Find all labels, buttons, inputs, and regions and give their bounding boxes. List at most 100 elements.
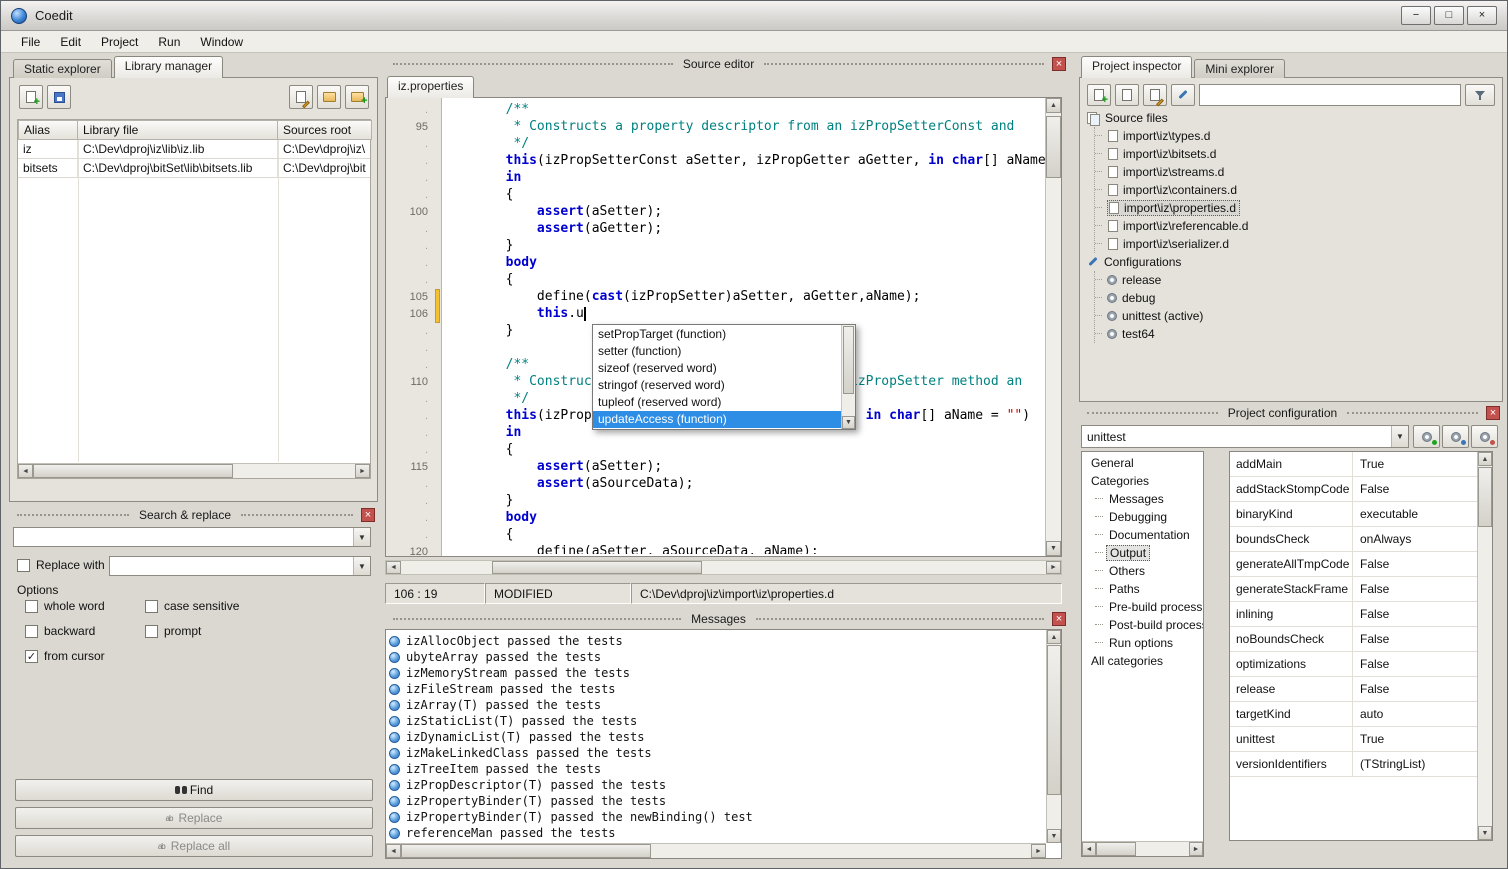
panel-grip[interactable]: [764, 63, 1044, 65]
property-row[interactable]: inliningFalse: [1230, 602, 1477, 627]
tab-library-manager[interactable]: Library manager: [114, 56, 223, 78]
scroll-thumb[interactable]: [1046, 116, 1061, 178]
messages-panel[interactable]: izAllocObject passed the testsubyteArray…: [385, 629, 1062, 859]
scroll-right-arrow[interactable]: ►: [1046, 561, 1061, 574]
tree-item-config[interactable]: debug: [1095, 289, 1487, 307]
message-row[interactable]: izMakeLinkedClass passed the tests: [389, 745, 1044, 761]
category-item[interactable]: Post-build process: [1082, 616, 1203, 634]
scroll-right-arrow[interactable]: ►: [355, 464, 370, 478]
tree-item-source[interactable]: import\iz\containers.d: [1095, 181, 1487, 199]
panel-grip[interactable]: [241, 514, 353, 516]
chevron-down-icon[interactable]: ▼: [353, 528, 370, 546]
panel-grip[interactable]: [393, 618, 681, 620]
completion-item[interactable]: sizeof (reserved word): [593, 360, 841, 377]
add-source-button[interactable]: +: [1087, 84, 1111, 106]
menu-edit[interactable]: Edit: [50, 32, 91, 52]
message-row[interactable]: izFileStream passed the tests: [389, 681, 1044, 697]
category-item[interactable]: Run options: [1082, 634, 1203, 652]
tree-item-source[interactable]: import\iz\serializer.d: [1095, 235, 1487, 253]
scroll-down-arrow[interactable]: ▼: [1047, 829, 1061, 843]
message-row[interactable]: ubyteArray passed the tests: [389, 649, 1044, 665]
scroll-thumb[interactable]: [401, 844, 651, 858]
checkbox-box[interactable]: [25, 600, 38, 613]
property-row[interactable]: releaseFalse: [1230, 677, 1477, 702]
property-row[interactable]: optimizationsFalse: [1230, 652, 1477, 677]
panel-grip[interactable]: [1347, 412, 1478, 414]
replace-input[interactable]: [110, 557, 353, 575]
open-library-folder-button[interactable]: [317, 85, 341, 109]
scroll-thumb[interactable]: [1047, 645, 1061, 795]
find-button[interactable]: Find: [15, 779, 373, 801]
scroll-up-arrow[interactable]: ▲: [1046, 98, 1061, 113]
category-item[interactable]: Others: [1082, 562, 1203, 580]
categories-h-scrollbar[interactable]: ◄ ►: [1082, 841, 1203, 856]
tree-item-source[interactable]: import\iz\bitsets.d: [1095, 145, 1487, 163]
add-library-folder-button[interactable]: +: [345, 85, 369, 109]
scroll-up-arrow[interactable]: ▲: [1478, 452, 1492, 466]
category-item[interactable]: Documentation: [1082, 526, 1203, 544]
completion-item[interactable]: setter (function): [593, 343, 841, 360]
message-row[interactable]: izMemoryStream passed the tests: [389, 665, 1044, 681]
completion-item[interactable]: stringof (reserved word): [593, 377, 841, 394]
replace-with-checkbox[interactable]: Replace with: [17, 558, 105, 572]
checkbox-prompt[interactable]: prompt: [145, 624, 355, 638]
close-button[interactable]: ×: [1467, 6, 1497, 25]
tree-item-config[interactable]: release: [1095, 271, 1487, 289]
close-panel-button[interactable]: ×: [361, 508, 375, 522]
replace-button[interactable]: ab Replace: [15, 807, 373, 829]
panel-grip[interactable]: [1087, 412, 1218, 414]
menu-project[interactable]: Project: [91, 32, 148, 52]
scroll-right-arrow[interactable]: ►: [1031, 844, 1046, 858]
completion-scrollbar[interactable]: ▼: [841, 325, 855, 429]
tree-item-source[interactable]: import\iz\types.d: [1095, 127, 1487, 145]
checkbox-box[interactable]: ✓: [25, 650, 38, 663]
close-panel-button[interactable]: ×: [1052, 612, 1066, 626]
message-row[interactable]: izPropertyBinder(T) passed the newBindin…: [389, 809, 1044, 825]
config-selector[interactable]: unittest ▼: [1081, 425, 1409, 448]
close-panel-button[interactable]: ×: [1486, 406, 1500, 420]
title-bar[interactable]: Coedit − □ ×: [1, 1, 1507, 31]
completion-item[interactable]: tupleof (reserved word): [593, 394, 841, 411]
filter-button[interactable]: [1465, 84, 1495, 106]
table-row[interactable]: izC:\Dev\dproj\iz\lib\iz.libC:\Dev\dproj…: [18, 140, 370, 159]
property-row[interactable]: versionIdentifiers(TStringList): [1230, 752, 1477, 777]
config-clone-button[interactable]: [1442, 425, 1469, 448]
property-row[interactable]: generateAllTmpCodeFalse: [1230, 552, 1477, 577]
filter-input[interactable]: [1200, 85, 1460, 105]
remove-source-button[interactable]: [1115, 84, 1139, 106]
checkbox-box[interactable]: [25, 625, 38, 638]
checkbox-backward[interactable]: backward: [25, 624, 145, 638]
search-input[interactable]: [14, 528, 353, 546]
close-panel-button[interactable]: ×: [1052, 57, 1066, 71]
scroll-left-arrow[interactable]: ◄: [1082, 842, 1096, 856]
column-header[interactable]: Sources root: [278, 120, 372, 140]
scroll-thumb[interactable]: [492, 561, 702, 574]
property-grid[interactable]: addMainTrueaddStackStompCodeFalsebinaryK…: [1229, 451, 1493, 841]
property-row[interactable]: addMainTrue: [1230, 452, 1477, 477]
checkbox-box[interactable]: [145, 625, 158, 638]
menu-file[interactable]: File: [11, 32, 50, 52]
tree-item-config[interactable]: test64: [1095, 325, 1487, 343]
category-item[interactable]: Messages: [1082, 490, 1203, 508]
property-row[interactable]: generateStackFrameFalse: [1230, 577, 1477, 602]
scroll-right-arrow[interactable]: ►: [1189, 842, 1203, 856]
scroll-down-arrow[interactable]: ▼: [1478, 826, 1492, 840]
checkbox-box[interactable]: [145, 600, 158, 613]
add-library-button[interactable]: +: [19, 85, 43, 109]
messages-h-scrollbar[interactable]: ◄ ►: [386, 843, 1046, 858]
column-header[interactable]: Alias: [18, 120, 78, 140]
save-libraries-button[interactable]: [47, 85, 71, 109]
message-row[interactable]: izTreeItem passed the tests: [389, 761, 1044, 777]
completion-item[interactable]: updateAccess (function): [593, 411, 841, 428]
minimize-button[interactable]: −: [1401, 6, 1431, 25]
scroll-left-arrow[interactable]: ◄: [18, 464, 33, 478]
edit-source-button[interactable]: [1143, 84, 1167, 106]
checkbox-from-cursor[interactable]: ✓from cursor: [25, 649, 145, 663]
tree-root-configurations[interactable]: Configurations: [1087, 253, 1487, 271]
maximize-button[interactable]: □: [1434, 6, 1464, 25]
message-row[interactable]: izDynamicList(T) passed the tests: [389, 729, 1044, 745]
editor-v-scrollbar[interactable]: ▲ ▼: [1045, 98, 1061, 556]
tab-mini-explorer[interactable]: Mini explorer: [1194, 59, 1285, 78]
tab-iz-properties[interactable]: iz.properties: [387, 76, 474, 98]
category-item[interactable]: Pre-build process: [1082, 598, 1203, 616]
